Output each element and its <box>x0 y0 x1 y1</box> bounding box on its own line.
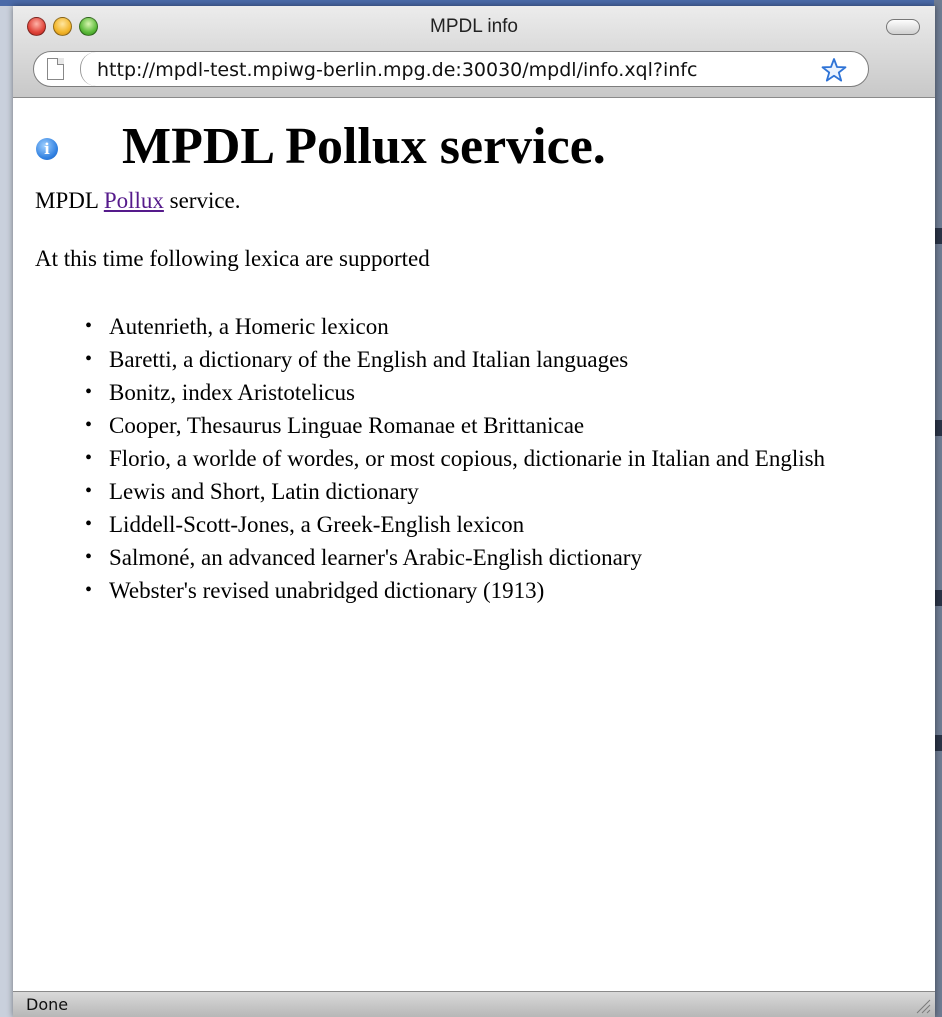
pollux-link[interactable]: Pollux <box>104 188 164 213</box>
intro-before: MPDL <box>35 188 99 213</box>
desktop-background-right <box>934 0 942 1017</box>
list-item: Baretti, a dictionary of the English and… <box>85 343 909 376</box>
status-bar: Done <box>13 991 935 1017</box>
page-icon[interactable] <box>47 58 64 80</box>
star-icon[interactable] <box>821 57 847 83</box>
list-item: Cooper, Thesaurus Linguae Romanae et Bri… <box>85 409 909 442</box>
list-item: Florio, a worlde of wordes, or most copi… <box>85 442 909 475</box>
title-toolbar: MPDL info http://mpdl-test.mpiwg-berlin.… <box>13 6 935 98</box>
url-input[interactable]: http://mpdl-test.mpiwg-berlin.mpg.de:300… <box>97 59 817 83</box>
list-item: Lewis and Short, Latin dictionary <box>85 475 909 508</box>
page-content: i MPDL Pollux service. MPDL Pollux servi… <box>13 98 935 991</box>
list-item: Autenrieth, a Homeric lexicon <box>85 310 909 343</box>
background-window-edge <box>934 735 942 751</box>
background-window-edge <box>934 420 942 436</box>
page-title: MPDL Pollux service. <box>122 118 606 175</box>
intro-paragraph: MPDL Pollux service. <box>35 186 241 216</box>
intro-after: service. <box>169 188 241 213</box>
info-icon: i <box>36 138 58 160</box>
toolbar-toggle-icon[interactable] <box>886 19 920 35</box>
list-item: Webster's revised unabridged dictionary … <box>85 574 909 607</box>
lexica-intro: At this time following lexica are suppor… <box>35 246 430 271</box>
lexica-list: Autenrieth, a Homeric lexicon Baretti, a… <box>85 310 909 607</box>
background-window-edge <box>934 590 942 606</box>
list-item: Salmoné, an advanced learner's Arabic-En… <box>85 541 909 574</box>
resize-grip-icon[interactable] <box>913 996 931 1014</box>
list-item: Liddell-Scott-Jones, a Greek-English lex… <box>85 508 909 541</box>
status-text: Done <box>26 995 69 1014</box>
background-window-edge <box>934 228 942 244</box>
list-item: Bonitz, index Aristotelicus <box>85 376 909 409</box>
window-title: MPDL info <box>430 16 518 37</box>
browser-window: MPDL info http://mpdl-test.mpiwg-berlin.… <box>13 6 935 1017</box>
